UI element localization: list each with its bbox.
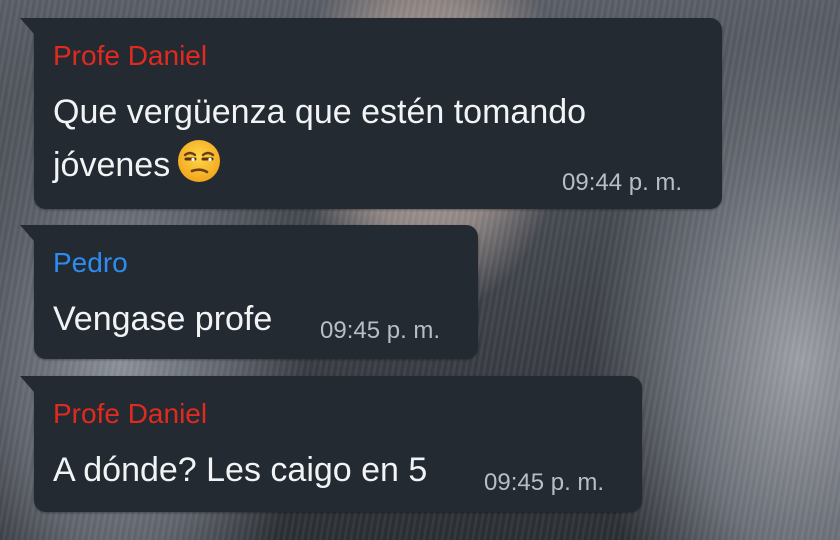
bubble-tail	[20, 376, 34, 392]
unamused-face-icon	[176, 138, 222, 184]
message-timestamp: 09:44 p. m.	[562, 169, 683, 196]
message-text: A dónde? Les caigo en 5	[53, 451, 428, 489]
message-bubble-incoming[interactable]: Profe Daniel A dónde? Les caigo en 5 09:…	[20, 376, 642, 512]
message-text-line-2: jóvenes	[53, 138, 222, 189]
sender-name[interactable]: Profe Daniel	[53, 398, 207, 430]
message-bubble-incoming[interactable]: Pedro Vengase profe 09:45 p. m.	[20, 225, 478, 359]
message-text-line: Que vergüenza que estén tomando	[53, 93, 587, 131]
message-timestamp: 09:45 p. m.	[320, 317, 441, 344]
message-timestamp: 09:45 p. m.	[484, 469, 605, 496]
bubble-tail	[20, 225, 34, 241]
bubble-tail	[20, 18, 34, 34]
message-text: Vengase profe	[53, 300, 273, 338]
sender-name[interactable]: Profe Daniel	[53, 40, 207, 72]
sender-name[interactable]: Pedro	[53, 247, 128, 279]
message-bubble-incoming[interactable]: Profe Daniel Que vergüenza que estén tom…	[20, 18, 722, 209]
message-text: jóvenes	[53, 146, 171, 184]
